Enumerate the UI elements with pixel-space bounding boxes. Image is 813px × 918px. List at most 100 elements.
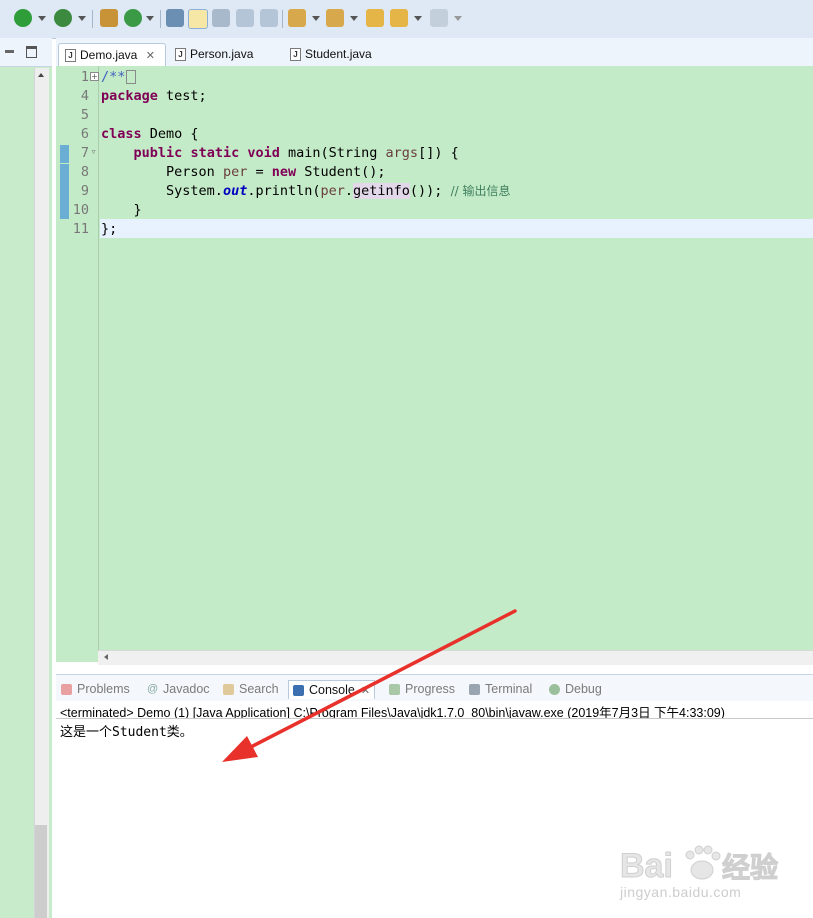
tab-label: Console xyxy=(309,683,355,697)
back-icon[interactable] xyxy=(390,9,408,27)
tab-search[interactable]: Search xyxy=(223,680,279,698)
collapse-fold-icon[interactable]: ▿ xyxy=(90,148,97,156)
folded-block-icon[interactable] xyxy=(126,70,137,84)
minimize-icon[interactable] xyxy=(5,50,14,53)
editor-horizontal-scrollbar[interactable] xyxy=(98,650,813,665)
editor-tab-bar: J Demo.java ✕ J Person.java J Student.java xyxy=(56,38,813,67)
watermark-url: jingyan.baidu.com xyxy=(620,884,742,900)
tab-label: Debug xyxy=(565,682,602,696)
annotation-dropdown-icon[interactable] xyxy=(312,16,320,21)
variable: args xyxy=(385,145,419,161)
debug-bug-icon xyxy=(549,684,560,696)
tab-label: Javadoc xyxy=(163,682,210,696)
line-number: 1 xyxy=(80,69,89,85)
keyword: new xyxy=(271,164,297,180)
close-icon[interactable]: ✕ xyxy=(361,685,370,697)
keyword: public xyxy=(133,145,183,161)
debug-icon[interactable] xyxy=(54,9,72,27)
comment: // 输出信息 xyxy=(450,184,511,198)
code-text: []) { xyxy=(418,145,459,161)
tab-demo-java[interactable]: J Demo.java ✕ xyxy=(58,43,166,66)
maximize-icon[interactable] xyxy=(26,46,37,58)
console-icon xyxy=(293,685,304,697)
line-number: 9 xyxy=(80,183,89,199)
tab-progress[interactable]: Progress xyxy=(389,680,455,698)
code-line-10: } xyxy=(101,201,142,220)
prev-annotation-icon[interactable] xyxy=(326,9,344,27)
at-icon: @ xyxy=(147,683,159,696)
toggle-icon[interactable] xyxy=(212,9,230,27)
code-text: System. xyxy=(166,183,223,199)
watermark-suffix: 经验 xyxy=(722,851,778,884)
run-icon[interactable] xyxy=(14,9,32,27)
code-text: . xyxy=(344,183,354,199)
left-scrollbar[interactable] xyxy=(34,68,49,918)
console-output[interactable]: 这是一个Student类。 xyxy=(60,721,193,740)
code-text: } xyxy=(101,202,142,218)
prev-annotation-dropdown-icon[interactable] xyxy=(350,16,358,21)
line-number: 10 xyxy=(72,202,89,218)
arrow-head xyxy=(222,736,258,762)
java-file-icon: J xyxy=(65,49,76,63)
forward-dropdown-icon[interactable] xyxy=(454,16,462,21)
code-line-6: class Demo { xyxy=(101,125,199,144)
javadoc-start: /** xyxy=(101,69,126,85)
tab-person-java[interactable]: J Person.java xyxy=(169,43,274,65)
pilcrow-icon[interactable] xyxy=(260,9,278,27)
tab-problems[interactable]: Problems xyxy=(61,680,130,698)
tab-debug[interactable]: Debug xyxy=(549,680,602,698)
line-number: 7 xyxy=(80,145,89,161)
debug-dropdown-icon[interactable] xyxy=(78,16,86,21)
line-number: 8 xyxy=(80,164,89,180)
package-explorer-header xyxy=(0,38,52,67)
tab-console[interactable]: Console ✕ xyxy=(288,680,376,699)
tab-student-java[interactable]: J Student.java xyxy=(284,43,394,65)
problems-icon xyxy=(61,684,72,696)
left-scrollbar-thumb[interactable] xyxy=(35,825,47,918)
toolbar-separator xyxy=(282,10,283,28)
current-line-highlight xyxy=(100,219,813,238)
tab-label: Demo.java xyxy=(80,48,138,62)
back-dropdown-icon[interactable] xyxy=(414,16,422,21)
line-number: 6 xyxy=(80,126,89,142)
run-dropdown-icon[interactable] xyxy=(38,16,46,21)
tab-label: Person.java xyxy=(190,47,254,61)
java-file-icon: J xyxy=(290,48,301,62)
java-file-icon: J xyxy=(175,48,186,62)
line-number: 5 xyxy=(80,107,89,123)
scroll-left-icon[interactable] xyxy=(104,654,108,660)
tab-label: Terminal xyxy=(485,682,533,696)
code-line-4: package test; xyxy=(101,87,207,106)
progress-icon xyxy=(389,684,400,696)
forward-icon[interactable] xyxy=(430,9,448,27)
change-marker xyxy=(60,145,69,163)
refresh-icon[interactable] xyxy=(124,9,142,27)
code-text: test; xyxy=(157,88,207,104)
refresh-dropdown-icon[interactable] xyxy=(146,16,154,21)
scroll-up-icon[interactable] xyxy=(38,73,44,77)
tab-label: Search xyxy=(239,682,279,696)
code-text: ()); xyxy=(409,183,451,199)
expand-fold-icon[interactable]: + xyxy=(90,72,99,81)
tab-javadoc[interactable]: @ Javadoc xyxy=(147,680,210,698)
brush-icon[interactable] xyxy=(188,9,208,29)
console-divider xyxy=(56,718,813,719)
tab-terminal[interactable]: Terminal xyxy=(469,680,532,698)
block-icon[interactable] xyxy=(236,9,254,27)
last-edit-icon[interactable] xyxy=(366,9,384,27)
line-number: 4 xyxy=(80,88,89,104)
close-icon[interactable]: ✕ xyxy=(146,50,155,62)
console-status-line: <terminated> Demo (1) [Java Application]… xyxy=(60,706,725,718)
build-icon[interactable] xyxy=(100,9,118,27)
main-toolbar xyxy=(0,0,813,39)
terminal-icon xyxy=(469,684,480,696)
code-text: Person xyxy=(166,164,223,180)
tab-label: Progress xyxy=(405,682,456,696)
code-text: }; xyxy=(101,221,118,237)
keyword: package xyxy=(101,88,158,104)
search-icon[interactable] xyxy=(166,9,184,27)
code-line-8: Person per = new Student(); xyxy=(101,163,385,182)
annotation-icon[interactable] xyxy=(288,9,306,27)
